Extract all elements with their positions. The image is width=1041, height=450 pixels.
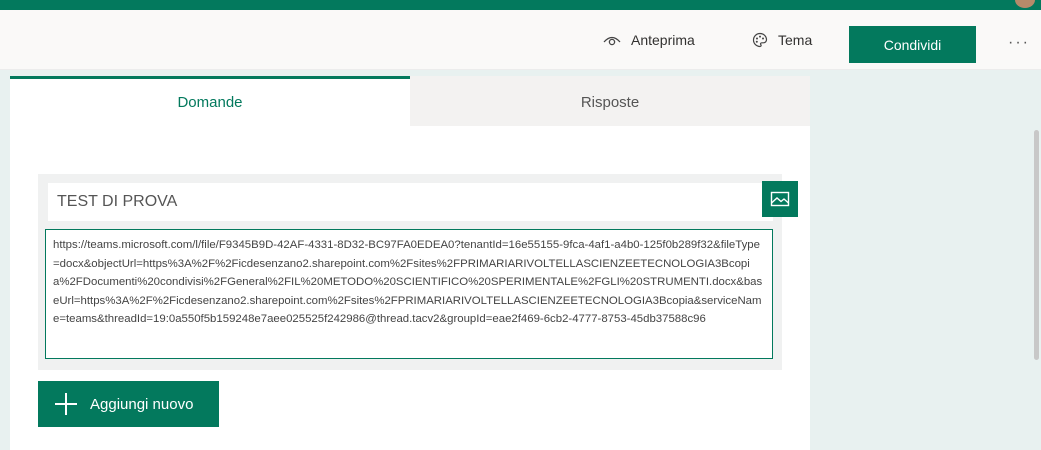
form-title-field[interactable]: TEST DI PROVA [48,183,773,221]
tab-questions[interactable]: Domande [10,76,410,126]
toolbar: Anteprima Tema Condividi ··· [0,10,1041,70]
theme-label: Tema [778,32,813,48]
theme-button[interactable]: Tema [752,10,812,70]
preview-label: Anteprima [631,32,695,48]
share-button[interactable]: Condividi [849,26,976,63]
plus-icon [52,390,80,418]
form-editor-panel: Domande Risposte TEST DI PROVA https://t… [10,76,810,450]
form-header-card: TEST DI PROVA https://teams.microsoft.co… [38,174,798,370]
add-new-label: Aggiungi nuovo [90,395,194,413]
image-icon [770,191,790,207]
eye-icon [603,36,621,46]
add-new-button[interactable]: Aggiungi nuovo [38,381,219,427]
insert-image-button[interactable] [762,181,798,217]
palette-icon [752,32,768,48]
more-options-button[interactable]: ··· [1004,28,1034,58]
page-scrollbar[interactable] [1034,130,1039,360]
form-title: TEST DI PROVA [57,193,178,210]
form-description-field[interactable]: https://teams.microsoft.com/l/file/F9345… [45,229,773,359]
page-margin [0,70,10,450]
preview-button[interactable]: Anteprima [603,10,695,70]
app-header-bar [0,0,1041,10]
avatar[interactable] [1015,0,1035,8]
tab-responses[interactable]: Risposte [410,76,810,126]
